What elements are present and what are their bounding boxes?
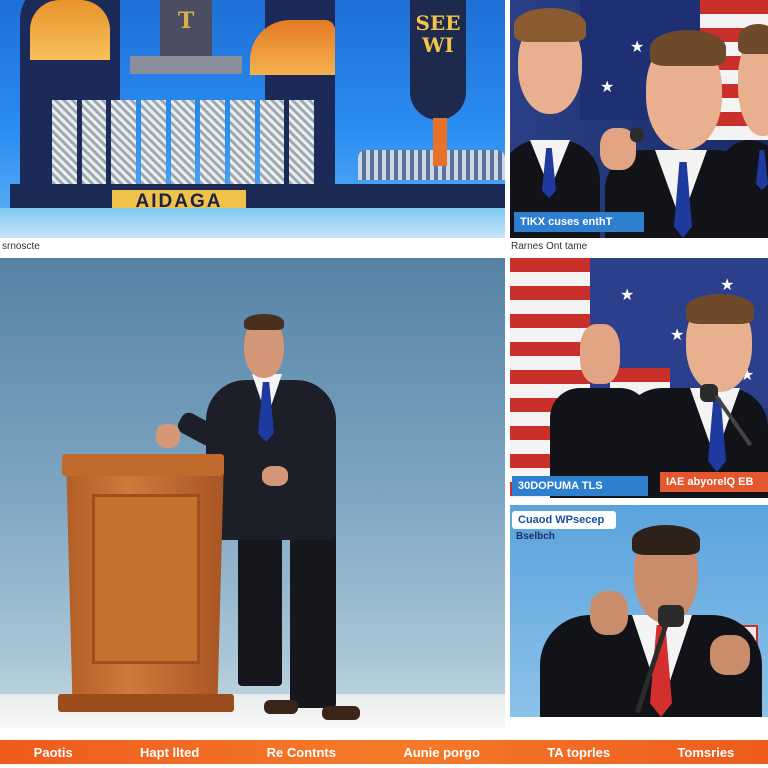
stage-banner: SEE WI: [410, 0, 466, 120]
lower-third-right: IAE abyorelQ EB: [660, 472, 768, 492]
speakers-caption: Rarnes Ont tame: [511, 241, 588, 252]
nav-item-1[interactable]: Paotis: [34, 745, 73, 760]
nav-item-5[interactable]: TA toprles: [547, 745, 610, 760]
lower-third-left: 30DOPUMA TLS: [512, 476, 648, 496]
lower-third-caption: TIKX cuses enthT: [514, 212, 644, 232]
stage-photo: T AIDAGA SEE WI: [0, 0, 505, 238]
microphone-icon: [658, 605, 684, 627]
lower-third-sub-label: Bselbch: [516, 531, 555, 542]
star-icon: ★: [600, 79, 615, 96]
speakers-photo-mid: ★ ★ ★ ★ 30DOPUMA TLS IAE abyorelQ EB: [510, 258, 768, 498]
nav-item-4[interactable]: Aunie porgo: [403, 745, 480, 760]
stage-pillars: [52, 100, 315, 188]
lower-third-caption: Cuaod WPsecep: [512, 511, 616, 529]
stage-banner-pole: [433, 118, 447, 166]
stage-tower: T: [160, 0, 212, 60]
stage-platform: [130, 56, 242, 74]
stage-arch-right-light: [250, 20, 335, 75]
stage-arch-left-light: [30, 0, 110, 60]
nav-item-6[interactable]: Tomsries: [677, 745, 734, 760]
podium-top: [62, 454, 224, 476]
speaker-photo-bottom: Cuaod WPsecep Bselbch TA: [510, 505, 768, 717]
podium-panel: [92, 494, 200, 664]
microphone-icon: [630, 128, 644, 142]
speakers-photo-top: ★ ★ ★ TIKX cuses enthT: [510, 0, 768, 238]
star-icon: ★: [620, 287, 635, 304]
nav-item-3[interactable]: Re Contnts: [267, 745, 336, 760]
stage-floor: [0, 208, 505, 238]
bottom-nav-bar: Paotis Hapt llted Re Contnts Aunie porgo…: [0, 740, 768, 764]
podium-photo: [0, 258, 505, 728]
stage-tower-text: T: [177, 8, 195, 34]
star-icon: ★: [630, 39, 645, 56]
nav-item-2[interactable]: Hapt llted: [140, 745, 199, 760]
stage-base: [10, 184, 505, 210]
star-icon: ★: [720, 277, 735, 294]
podium-base: [58, 694, 234, 712]
star-icon: ★: [670, 327, 685, 344]
stage-crowd: [358, 150, 505, 180]
stage-caption: srnoscte: [2, 241, 40, 252]
